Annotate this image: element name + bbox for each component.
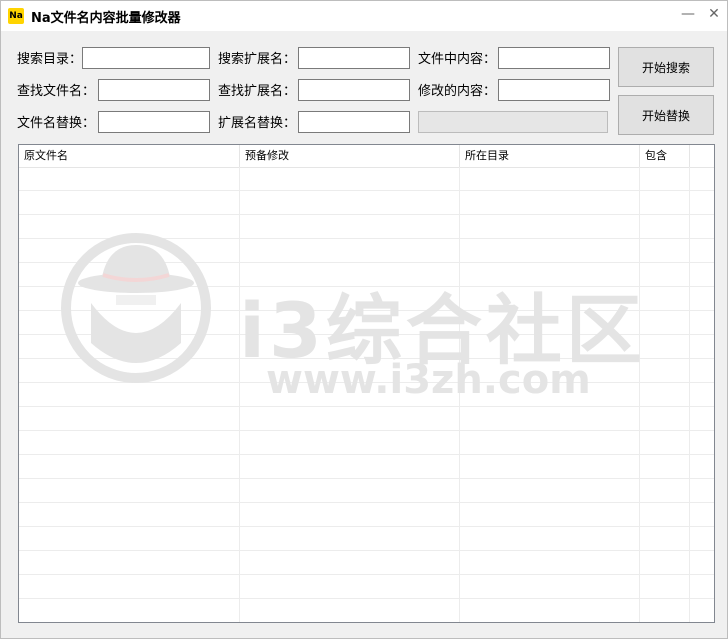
search-dir-label: 搜索目录：: [17, 52, 83, 67]
search-dir-input[interactable]: [82, 47, 210, 69]
find-ext-input[interactable]: [298, 79, 410, 101]
column-header-directory[interactable]: 所在目录: [460, 145, 640, 167]
search-ext-input[interactable]: [298, 47, 410, 69]
find-filename-label: 查找文件名：: [17, 84, 96, 99]
table-row[interactable]: [19, 503, 714, 527]
results-table[interactable]: 原文件名 预备修改 所在目录 包含: [18, 144, 715, 623]
table-row[interactable]: [19, 239, 714, 263]
start-search-button[interactable]: 开始搜索: [618, 47, 714, 87]
start-replace-button[interactable]: 开始替换: [618, 95, 714, 135]
table-row[interactable]: [19, 455, 714, 479]
table-row[interactable]: [19, 599, 714, 622]
file-content-input[interactable]: [498, 47, 610, 69]
table-row[interactable]: [19, 527, 714, 551]
table-row[interactable]: [19, 215, 714, 239]
modified-content-label: 修改的内容：: [418, 84, 497, 99]
table-row[interactable]: [19, 335, 714, 359]
window-title: Na文件名内容批量修改器: [31, 11, 181, 26]
table-row[interactable]: [19, 431, 714, 455]
modified-content-input[interactable]: [498, 79, 610, 101]
ext-replace-input[interactable]: [298, 111, 410, 133]
table-body: [19, 167, 714, 622]
find-filename-input[interactable]: [98, 79, 210, 101]
column-header-original-name[interactable]: 原文件名: [19, 145, 240, 167]
app-icon: Na: [8, 8, 24, 24]
file-content-label: 文件中内容：: [418, 52, 497, 67]
filename-replace-input[interactable]: [98, 111, 210, 133]
title-bar[interactable]: Na Na文件名内容批量修改器 — ✕: [1, 1, 727, 31]
table-row[interactable]: [19, 551, 714, 575]
app-window: Na Na文件名内容批量修改器 — ✕ 搜索目录： 搜索扩展名： 文件中内容： …: [0, 0, 728, 639]
table-row[interactable]: [19, 287, 714, 311]
table-row[interactable]: [19, 191, 714, 215]
table-row[interactable]: [19, 311, 714, 335]
table-row[interactable]: [19, 479, 714, 503]
filename-replace-label: 文件名替换：: [17, 116, 96, 131]
table-row[interactable]: [19, 407, 714, 431]
progress-bar: [418, 111, 608, 133]
table-row[interactable]: [19, 167, 714, 191]
find-ext-label: 查找扩展名：: [218, 84, 297, 99]
table-row[interactable]: [19, 263, 714, 287]
table-row[interactable]: [19, 575, 714, 599]
column-header-contains[interactable]: 包含: [640, 145, 690, 167]
close-button[interactable]: ✕: [701, 1, 727, 31]
table-header: 原文件名 预备修改 所在目录 包含: [19, 145, 714, 168]
column-header-planned-change[interactable]: 预备修改: [240, 145, 460, 167]
minimize-button[interactable]: —: [671, 1, 705, 31]
search-ext-label: 搜索扩展名：: [218, 52, 297, 67]
table-row[interactable]: [19, 359, 714, 383]
table-row[interactable]: [19, 383, 714, 407]
ext-replace-label: 扩展名替换：: [218, 116, 297, 131]
